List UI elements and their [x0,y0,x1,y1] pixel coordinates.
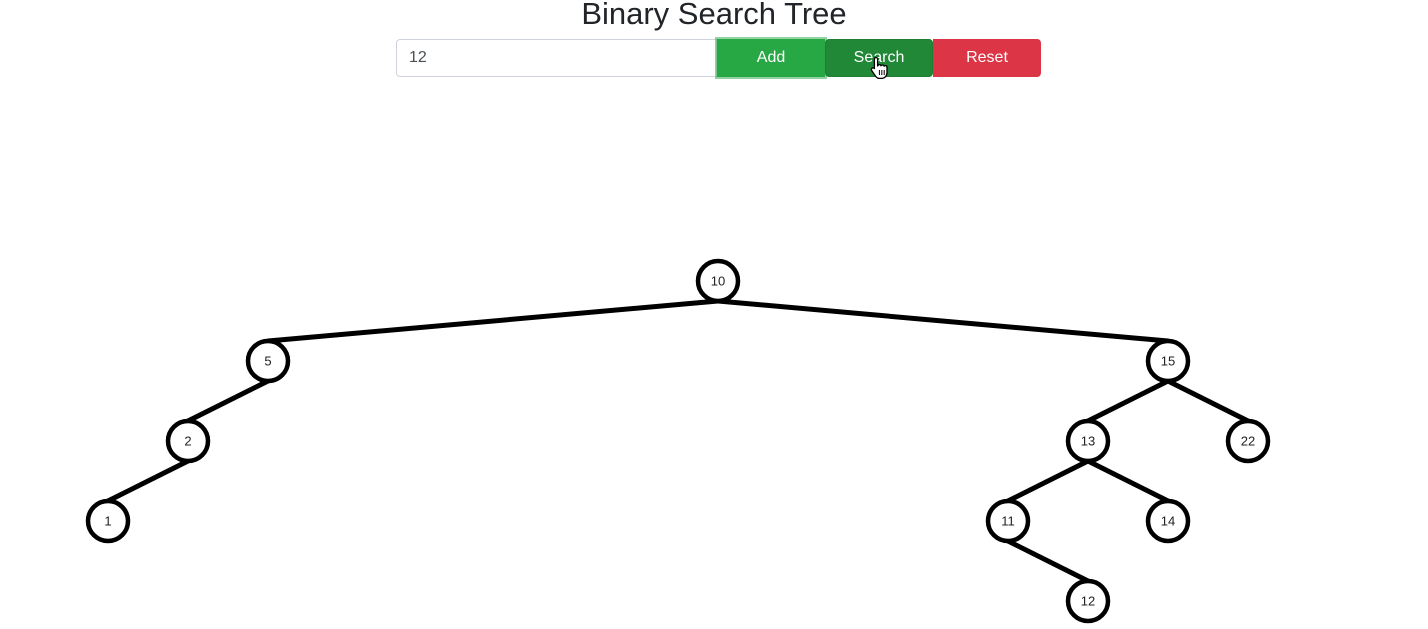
tree-node-label: 12 [1081,594,1095,609]
tree-node-label: 22 [1241,434,1255,449]
tree-node-11: 11 [985,498,1031,544]
tree-node-12: 12 [1065,578,1111,624]
tree-edge [1085,458,1171,504]
tree-edge [1005,538,1091,584]
tree-node-label: 11 [1001,514,1015,529]
tree-edge [185,378,271,424]
tree-node-label: 10 [711,274,725,289]
tree-edge [1085,378,1171,424]
tree-node-22: 22 [1225,418,1271,464]
tree-node-label: 1 [104,514,111,529]
tree-node-label: 13 [1081,434,1095,449]
tree-edge [265,298,721,344]
tree-node-label: 15 [1161,354,1175,369]
hand-pointer-icon [870,56,888,80]
tree-node-10: 10 [695,258,741,304]
tree-node-13: 13 [1065,418,1111,464]
tree-edge [715,298,1171,344]
tree-node-label: 2 [184,434,191,449]
tree-node-1: 1 [85,498,131,544]
tree-node-label: 5 [264,354,271,369]
tree-edge [1005,458,1091,504]
tree-node-2: 2 [165,418,211,464]
tree-node-14: 14 [1145,498,1191,544]
tree-node-15: 15 [1145,338,1191,384]
tree-edge [1165,378,1251,424]
tree-canvas: 10 5 15 2 1 13 22 11 14 12 [85,258,1271,624]
tree-node-label: 14 [1161,514,1175,529]
tree-node-5: 5 [245,338,291,384]
tree-edge [105,458,191,504]
